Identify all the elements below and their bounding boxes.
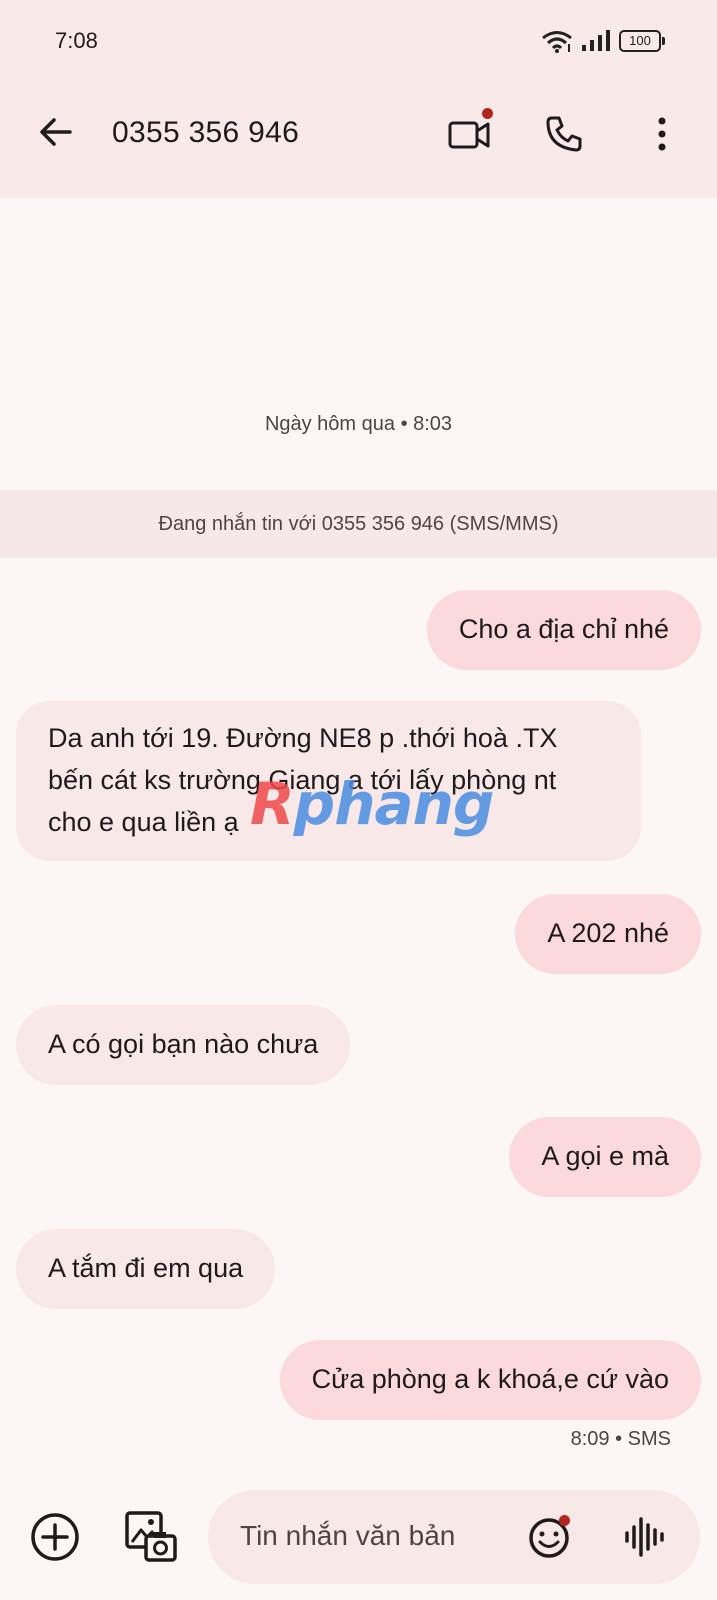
status-time: 7:08 xyxy=(55,28,98,53)
emoji-button[interactable] xyxy=(527,1515,571,1559)
gallery-camera-icon xyxy=(125,1511,177,1562)
signal-icon xyxy=(582,30,610,51)
notification-dot xyxy=(482,108,493,119)
phone-icon xyxy=(546,116,582,152)
app-header: 7:08 100 0355 356 946 xyxy=(0,0,717,198)
notification-dot xyxy=(559,1515,570,1526)
message-bubble-outgoing[interactable]: Cho a địa chỉ nhé xyxy=(426,590,701,670)
video-call-button[interactable] xyxy=(446,108,494,158)
message-timestamp: 8:09 • SMS xyxy=(570,1428,671,1450)
more-vertical-icon xyxy=(658,117,666,151)
message-bubble-outgoing[interactable]: Cửa phòng a k khoá,e cứ vào xyxy=(279,1340,701,1420)
plus-circle-icon xyxy=(31,1513,79,1561)
message-bubble-outgoing[interactable]: A 202 nhé xyxy=(515,894,701,974)
message-input-placeholder[interactable]: Tin nhắn văn bản xyxy=(240,1520,455,1552)
message-line: Da anh tới 19. Đường NE8 p .thới hoà .TX xyxy=(48,723,558,753)
message-bubble-incoming[interactable]: A tắm đi em qua xyxy=(16,1229,276,1309)
video-camera-icon xyxy=(448,121,490,149)
back-button[interactable] xyxy=(36,112,76,152)
date-separator: Ngày hôm qua • 8:03 xyxy=(264,413,453,435)
wifi-icon xyxy=(542,31,572,53)
battery-indicator: 100 xyxy=(619,30,665,52)
more-options-button[interactable] xyxy=(638,110,686,158)
arrow-left-icon xyxy=(40,118,72,146)
voice-message-button[interactable] xyxy=(624,1514,666,1560)
add-attachment-button[interactable] xyxy=(29,1511,81,1563)
voice-waveform-icon xyxy=(625,1517,664,1557)
gallery-button[interactable] xyxy=(124,1510,178,1564)
message-bubble-incoming[interactable]: A có gọi bạn nào chưa xyxy=(16,1005,351,1085)
call-button[interactable] xyxy=(540,110,588,158)
sms-info-banner: Đang nhắn tin với 0355 356 946 (SMS/MMS) xyxy=(0,490,717,558)
status-icons: 100 xyxy=(541,28,665,54)
contact-title: 0355 356 946 xyxy=(112,116,300,149)
watermark-logo: Rphang xyxy=(250,770,494,838)
message-bubble-outgoing[interactable]: A gọi e mà xyxy=(509,1117,701,1197)
